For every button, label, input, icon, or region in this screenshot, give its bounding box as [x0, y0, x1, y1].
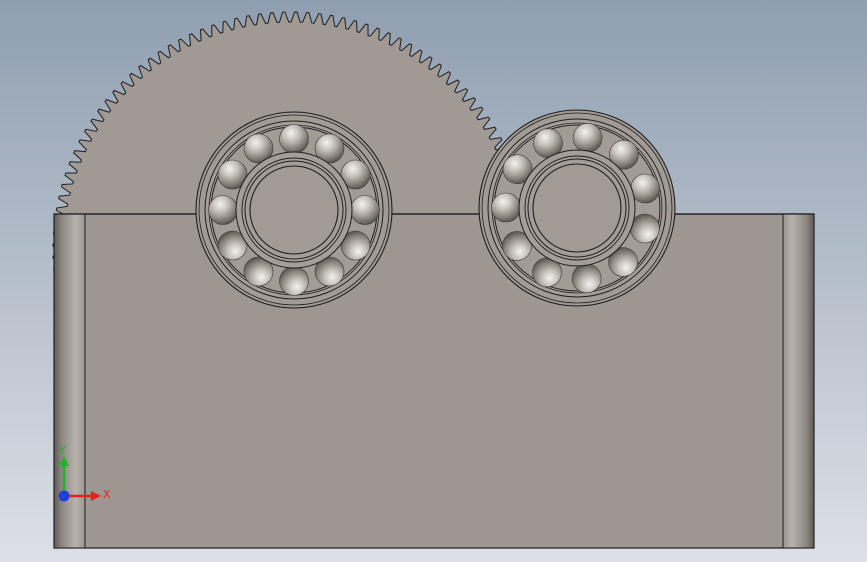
- right-bearing[interactable]: [478, 109, 676, 307]
- x-axis-arrowhead: [91, 491, 101, 501]
- bearing-bore: [532, 163, 622, 253]
- bearing-ball: [572, 123, 603, 153]
- bearing-ball: [630, 173, 661, 204]
- graphics-viewport[interactable]: Y X: [0, 0, 867, 562]
- bearing-ball: [279, 124, 309, 154]
- bearing-ball: [491, 192, 521, 223]
- housing-block[interactable]: [53, 213, 815, 549]
- x-axis-label: X: [103, 488, 111, 501]
- housing-right-fillet: [782, 213, 815, 549]
- y-axis-label: Y: [58, 444, 66, 457]
- bearing-ball: [571, 263, 602, 294]
- bearing-ball: [630, 213, 660, 244]
- z-axis-dot: [58, 490, 70, 502]
- left-bearing[interactable]: [195, 111, 393, 309]
- bearing-ball: [279, 266, 309, 296]
- bearing-ball: [208, 195, 238, 225]
- y-axis-arrowhead: [59, 456, 69, 466]
- bearing-ball: [350, 195, 380, 225]
- bearing-bore: [249, 165, 339, 255]
- model-scene[interactable]: [0, 0, 867, 562]
- coordinate-triad: Y X: [58, 444, 111, 502]
